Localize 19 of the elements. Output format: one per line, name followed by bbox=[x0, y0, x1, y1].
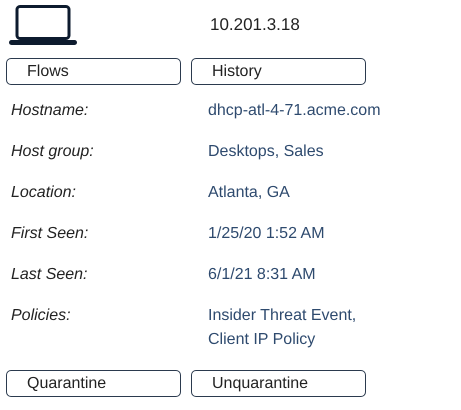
tab-button[interactable]: Flows bbox=[6, 58, 181, 85]
field-label: Location: bbox=[11, 183, 77, 203]
field-label: Policies: bbox=[11, 306, 72, 326]
laptop-icon bbox=[9, 5, 77, 45]
field-value: 1/25/20 1:52 AM bbox=[208, 224, 325, 244]
field-value: Client IP Policy bbox=[208, 330, 316, 350]
field-value: Insider Threat Event, bbox=[208, 306, 356, 326]
action-button[interactable]: Unquarantine bbox=[191, 370, 366, 397]
field-label: Hostname: bbox=[11, 101, 90, 121]
field-value: dhcp-atl-4-71.acme.com bbox=[208, 101, 381, 121]
field-label: First Seen: bbox=[11, 224, 90, 244]
ip-address: 10.201.3.18 bbox=[210, 15, 300, 35]
action-button[interactable]: Quarantine bbox=[6, 370, 181, 397]
field-label: Last Seen: bbox=[11, 265, 88, 285]
tab-button[interactable]: History bbox=[191, 58, 366, 85]
field-value: Atlanta, GA bbox=[208, 183, 290, 203]
field-value: 6/1/21 8:31 AM bbox=[208, 265, 316, 285]
field-value: Desktops, Sales bbox=[208, 142, 324, 162]
field-label: Host group: bbox=[11, 142, 95, 162]
